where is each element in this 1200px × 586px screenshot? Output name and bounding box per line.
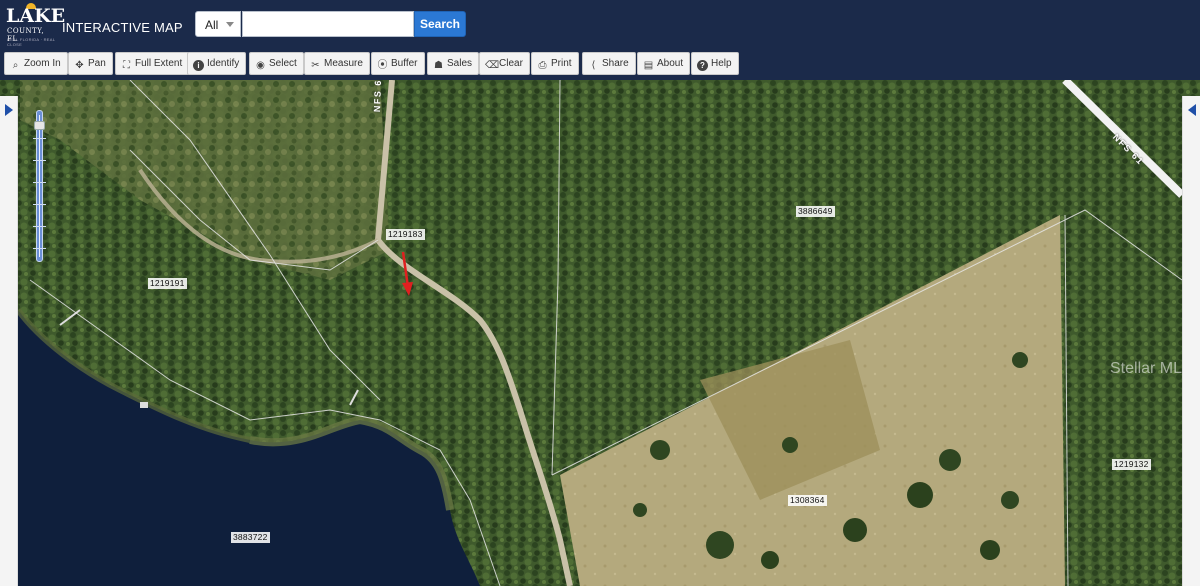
map-toolbar: ⌕ Zoom In ✥ Pan ⛶ Full Extent i Identify ◉ Se… — [0, 48, 1200, 80]
help-button[interactable]: ? Help — [691, 52, 739, 75]
identify-button[interactable]: i Identify — [187, 52, 247, 75]
measure-label: Measure — [324, 58, 363, 69]
map-pin-icon: ◉ — [256, 60, 265, 71]
lake-county-logo[interactable]: LAKE COUNTY, FL REAL FLORIDA · REAL CLOS… — [6, 3, 65, 47]
stellar-mls-watermark: Stellar MLS — [1110, 360, 1193, 377]
parcel-label[interactable]: 1219132 — [1112, 459, 1151, 470]
select-label: Select — [269, 58, 297, 69]
chevron-down-icon — [226, 22, 234, 27]
clear-icon: ⌫ — [485, 60, 500, 71]
sales-label: Sales — [447, 58, 473, 69]
zoom-tick — [33, 204, 46, 205]
measure-button[interactable]: ✂ Measure — [304, 52, 370, 75]
about-icon: ▤ — [643, 60, 654, 71]
zoom-tick — [33, 182, 46, 183]
pan-arrows-icon: ✥ — [75, 60, 84, 71]
zoom-tick — [33, 226, 46, 227]
logo-main-text: LAKE — [6, 5, 66, 27]
buffer-button[interactable]: ⦿ Buffer — [371, 52, 425, 75]
share-label: Share — [602, 58, 629, 69]
right-panel-toggle[interactable] — [1182, 96, 1200, 586]
zoom-slider-track[interactable] — [36, 110, 43, 262]
printer-icon: ⎙ — [538, 60, 547, 71]
help-label: Help — [711, 58, 732, 69]
chevron-right-icon — [5, 104, 13, 116]
search-input[interactable] — [242, 11, 414, 37]
search-scope-value: All — [205, 18, 219, 32]
aerial-imagery — [0, 80, 1200, 586]
interactive-map-app: LAKE COUNTY, FL REAL FLORIDA · REAL CLOS… — [0, 0, 1200, 586]
search-button[interactable]: Search — [414, 11, 466, 37]
left-panel-toggle[interactable] — [0, 96, 18, 586]
parcel-label[interactable]: 1219183 — [386, 229, 425, 240]
full-extent-button[interactable]: ⛶ Full Extent — [115, 52, 190, 75]
pan-button[interactable]: ✥ Pan — [68, 52, 113, 75]
aerial-map-canvas[interactable]: NFS 61-3-9 NFS 61 1219183 1219191 388664… — [0, 80, 1200, 586]
logo-tagline: REAL FLORIDA · REAL CLOSE — [7, 37, 56, 47]
print-label: Print — [551, 58, 572, 69]
zoom-in-button[interactable]: ⌕ Zoom In — [4, 52, 68, 75]
print-button[interactable]: ⎙ Print — [531, 52, 579, 75]
parcel-label[interactable]: 1308364 — [788, 495, 827, 506]
full-extent-label: Full Extent — [135, 58, 183, 69]
about-button[interactable]: ▤ About — [637, 52, 691, 75]
sales-button[interactable]: ☗ Sales — [427, 52, 480, 75]
chevron-left-icon — [1188, 104, 1196, 116]
info-icon: i — [193, 60, 204, 71]
measure-icon: ✂ — [311, 60, 320, 71]
clear-button[interactable]: ⌫Clear — [479, 52, 530, 75]
help-icon: ? — [697, 60, 708, 71]
clear-label: Clear — [499, 58, 523, 69]
identify-label: Identify — [207, 58, 240, 69]
zoom-in-label: Zoom In — [24, 58, 61, 69]
full-extent-icon: ⛶ — [123, 60, 130, 71]
pan-label: Pan — [88, 58, 106, 69]
sales-icon: ☗ — [434, 60, 443, 71]
zoom-slider-rail — [39, 115, 40, 257]
parcel-label[interactable]: 1219191 — [148, 278, 187, 289]
app-title: INTERACTIVE MAP — [62, 20, 183, 35]
share-icon: ⟨ — [591, 60, 596, 71]
parcel-label[interactable]: 3886649 — [796, 206, 835, 217]
buffer-icon: ⦿ — [377, 60, 388, 71]
select-button[interactable]: ◉ Select — [249, 52, 304, 75]
header-bar: LAKE COUNTY, FL REAL FLORIDA · REAL CLOS… — [0, 0, 1200, 48]
zoom-slider-handle[interactable] — [34, 121, 45, 130]
search-scope-select[interactable]: All — [195, 11, 241, 37]
zoom-tick — [33, 248, 46, 249]
magnifier-icon: ⌕ — [12, 60, 19, 71]
zoom-tick — [33, 138, 46, 139]
parcel-label[interactable]: 3883722 — [231, 532, 270, 543]
buffer-label: Buffer — [391, 58, 418, 69]
about-label: About — [657, 58, 684, 69]
share-button[interactable]: ⟨ Share — [582, 52, 636, 75]
zoom-tick — [33, 160, 46, 161]
